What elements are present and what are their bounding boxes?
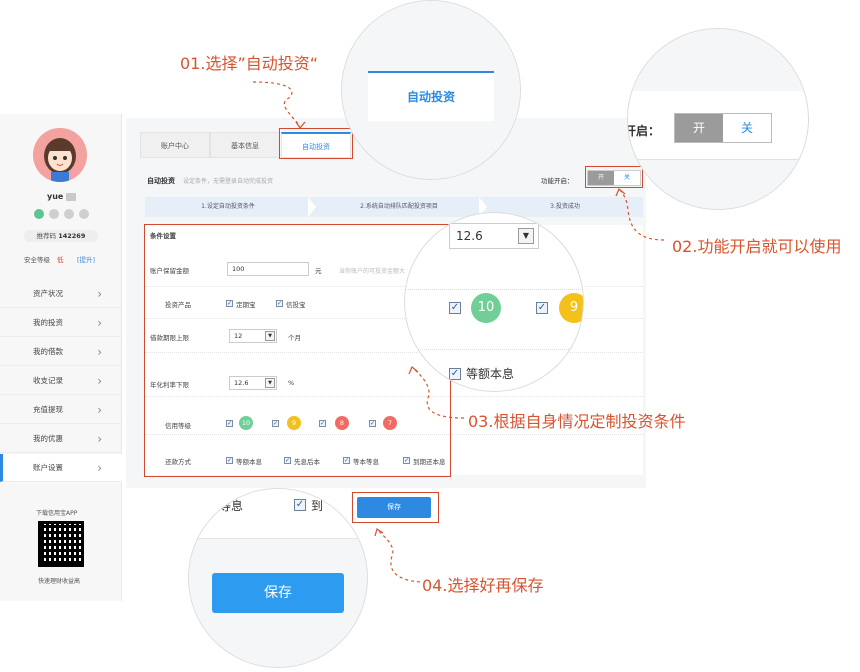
annotation-step-3: 03.根据自身情况定制投资条件 bbox=[468, 412, 686, 431]
annotation-step-2: 02.功能开启就可以使用 bbox=[672, 237, 842, 256]
annotation-step-4: 04.选择好再保存 bbox=[422, 576, 544, 595]
annotation-step-1: 01.选择”自动投资“ bbox=[180, 54, 319, 73]
